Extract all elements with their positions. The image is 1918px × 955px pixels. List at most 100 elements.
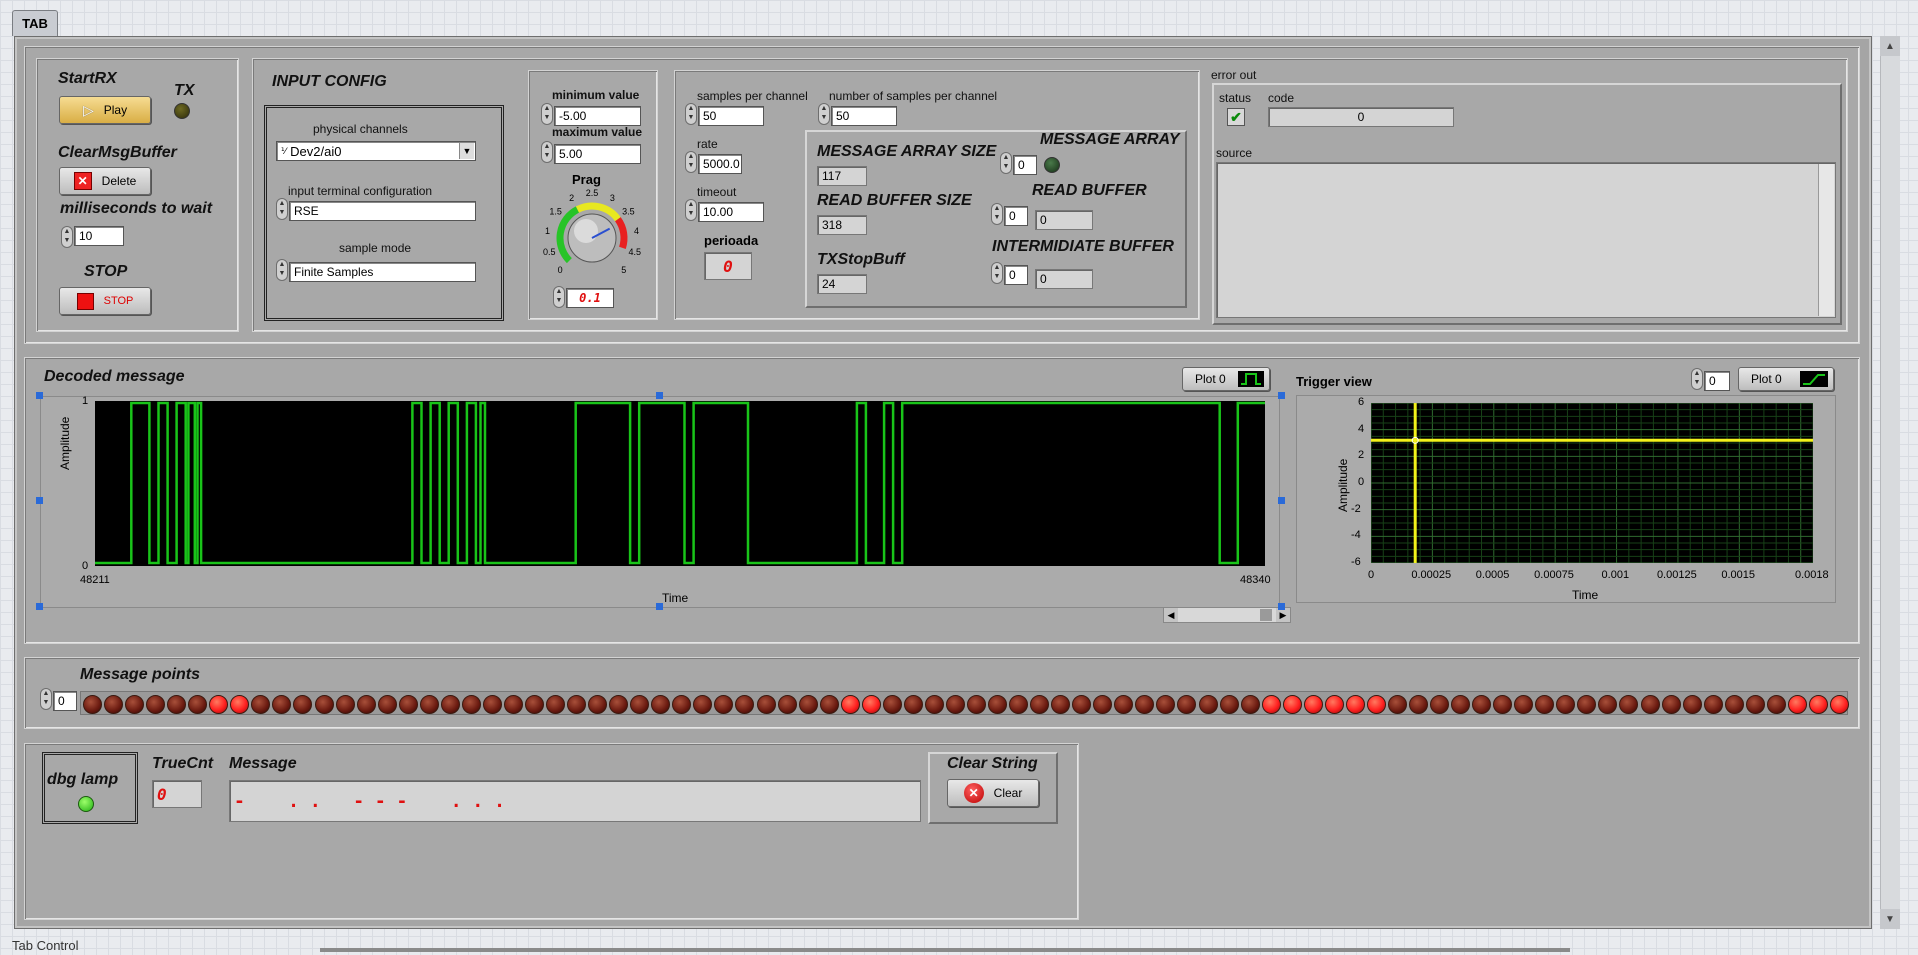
message-point-lamp <box>188 695 208 714</box>
read-buffer-index-input[interactable]: 0 <box>1004 206 1028 226</box>
trigger-xtick: 0.0005 <box>1475 569 1510 581</box>
message-points-index[interactable]: 0 <box>53 691 77 711</box>
prag-knob[interactable]: 00.5 1 1.5 2 2.5 3 3.5 4 4.55 <box>536 186 648 276</box>
message-point-lamp <box>1387 695 1407 714</box>
message-point-lamp <box>104 695 124 714</box>
terminal-config-spinner[interactable]: ▲ ▼ <box>276 198 288 220</box>
message-point-lamp <box>1177 695 1197 714</box>
prag-spinner[interactable]: ▲ ▼ <box>553 286 565 308</box>
message-point-lamp <box>1051 695 1071 714</box>
chevron-down-icon[interactable]: ▼ <box>459 143 474 159</box>
message-point-lamp <box>461 695 481 714</box>
trigger-plot-legend-label: Plot 0 <box>1751 372 1782 386</box>
scroll-right-icon[interactable]: ▶ <box>1276 608 1290 622</box>
resize-handle-tc[interactable] <box>656 392 663 399</box>
maximum-value-input[interactable]: 5.00 <box>554 144 641 164</box>
message-point-lamp <box>819 695 839 714</box>
message-point-lamp <box>567 695 587 714</box>
decoded-x-scrollbar[interactable]: ◀ ▶ <box>1163 607 1291 623</box>
tx-label: TX <box>174 82 195 99</box>
dbg-lamp-label: dbg lamp <box>47 771 119 788</box>
resize-handle-br[interactable] <box>1278 603 1285 610</box>
physical-channels-value: Dev2/ai0 <box>290 143 342 159</box>
message-point-lamp <box>1303 695 1323 714</box>
message-label: Message <box>229 755 297 772</box>
perioada-value: 0 <box>704 252 752 280</box>
decoded-scroll-thumb[interactable] <box>1260 609 1272 621</box>
physical-channels-input[interactable]: ⅟ Dev2/ai0 <box>276 141 476 161</box>
read-buffer-index-spinner[interactable]: ▲ ▼ <box>991 203 1003 225</box>
prag-value[interactable]: 0.1 <box>566 288 614 308</box>
trigger-ytick: -2 <box>1351 502 1361 515</box>
intermidiate-buffer-index-input[interactable]: 0 <box>1004 265 1028 285</box>
sample-mode-input[interactable]: Finite Samples <box>289 262 476 282</box>
message-point-lamp <box>1114 695 1134 714</box>
message-point-lamp <box>1703 695 1723 714</box>
horizontal-scrollbar[interactable] <box>320 948 1570 952</box>
message-points-array <box>80 691 1849 715</box>
trigger-plot-spinner[interactable]: ▲ ▼ <box>1691 368 1703 390</box>
message-point-lamp <box>1219 695 1239 714</box>
rate-spinner[interactable]: ▲ ▼ <box>685 151 697 173</box>
samples-per-channel-input[interactable]: 50 <box>698 106 764 126</box>
source-label: source <box>1216 146 1253 160</box>
clear-icon: ✕ <box>963 783 984 803</box>
wait-input[interactable]: 10 <box>74 226 124 246</box>
number-samples-input[interactable]: 50 <box>831 106 897 126</box>
message-array-index-input[interactable]: 0 <box>1013 155 1037 175</box>
scroll-up-icon[interactable]: ▲ <box>1880 36 1900 56</box>
samples-per-channel-label: samples per channel <box>697 89 808 103</box>
truecnt-value: 0 <box>152 780 202 808</box>
trigger-plot-index[interactable]: 0 <box>1704 371 1730 391</box>
decoded-plot-area <box>95 401 1265 566</box>
resize-handle-tl[interactable] <box>36 392 43 399</box>
message-point-lamp <box>440 695 460 714</box>
samples-per-channel-spinner[interactable]: ▲ ▼ <box>685 103 697 125</box>
message-point-lamp <box>924 695 944 714</box>
trigger-xtick: 0.00075 <box>1534 569 1574 581</box>
timeout-label: timeout <box>697 185 737 199</box>
terminal-config-input[interactable]: RSE <box>289 201 476 221</box>
resize-handle-ml[interactable] <box>36 497 43 504</box>
stop-button[interactable]: STOP <box>59 287 151 315</box>
trigger-xtick: 0.0015 <box>1721 569 1755 581</box>
trigger-xtick: 0.00125 <box>1656 569 1697 581</box>
resize-handle-mr[interactable] <box>1278 497 1285 504</box>
decoded-plot-legend[interactable]: Plot 0 <box>1182 367 1270 391</box>
message-point-lamp <box>1198 695 1218 714</box>
rate-input[interactable]: 5000.0 <box>698 154 742 174</box>
message-points-spinner[interactable]: ▲ ▼ <box>40 688 52 710</box>
message-array-size-label: MESSAGE ARRAY SIZE <box>817 143 997 160</box>
timeout-spinner[interactable]: ▲ ▼ <box>685 199 697 221</box>
play-button[interactable]: ▷ Play <box>59 96 151 124</box>
wait-spinner[interactable]: ▲ ▼ <box>61 226 73 248</box>
decoded-ytick-1: 1 <box>82 395 89 407</box>
decoded-plot-legend-label: Plot 0 <box>1195 372 1226 386</box>
message-point-lamp <box>1409 695 1428 714</box>
sample-mode-spinner[interactable]: ▲ ▼ <box>276 259 288 281</box>
scroll-down-icon[interactable]: ▼ <box>1880 909 1900 929</box>
minimum-value-input[interactable]: -5.00 <box>554 106 641 126</box>
resize-handle-bc[interactable] <box>656 603 663 610</box>
message-point-lamp <box>398 695 418 714</box>
message-array-index-spinner[interactable]: ▲ ▼ <box>1000 152 1012 174</box>
clear-button[interactable]: ✕ Clear <box>947 779 1039 807</box>
trigger-plot-legend[interactable]: Plot 0 <box>1738 367 1834 391</box>
message-point-lamp <box>209 695 229 714</box>
minimum-value-spinner[interactable]: ▲ ▼ <box>541 103 553 125</box>
trigger-ytick: 2 <box>1358 449 1365 462</box>
dbg-lamp-led <box>78 796 94 812</box>
scroll-left-icon[interactable]: ◀ <box>1164 608 1178 622</box>
message-point-lamp <box>672 695 692 714</box>
tab-button[interactable]: TAB <box>12 10 58 36</box>
maximum-value-spinner[interactable]: ▲ ▼ <box>541 141 553 163</box>
delete-button[interactable]: ✕ Delete <box>59 167 151 195</box>
message-array-label: MESSAGE ARRAY <box>1040 131 1180 148</box>
intermidiate-buffer-index-spinner[interactable]: ▲ ▼ <box>991 262 1003 284</box>
resize-handle-bl[interactable] <box>36 603 43 610</box>
source-scrollbar[interactable] <box>1818 164 1834 316</box>
timeout-input[interactable]: 10.00 <box>698 202 764 222</box>
resize-handle-tr[interactable] <box>1278 392 1285 399</box>
vertical-scrollbar[interactable] <box>1880 36 1900 929</box>
number-samples-spinner[interactable]: ▲ ▼ <box>818 103 830 125</box>
